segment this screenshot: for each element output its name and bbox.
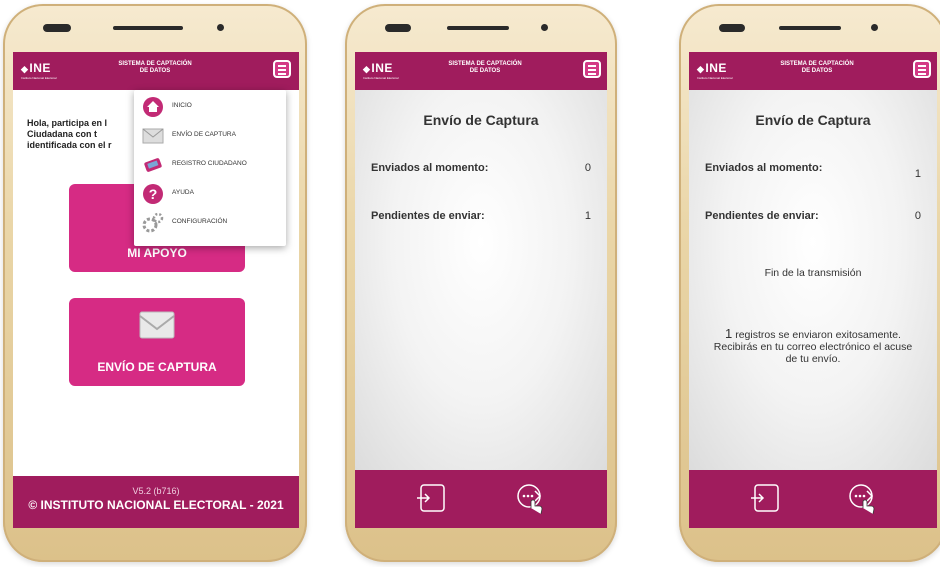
end-message: Fin de la transmisión [764, 267, 862, 279]
envio-captura-tile[interactable]: ENVÍO DE CAPTURA [69, 298, 245, 386]
ine-logo: ◆INE Instituto Nacional Electoral [21, 61, 57, 80]
app-header: ◆INE Instituto Nacional Electoral SISTEMA… [13, 52, 299, 90]
sent-count: 1 [914, 168, 921, 180]
system-title: SISTEMA DE CAPTACIÓN DE DATOS [448, 61, 522, 74]
tile-label: MI APOYO [127, 246, 187, 260]
dropdown-menu: INICIO ENVÍO DE CAPTURA REGISTRO CIUDADA… [134, 90, 286, 246]
pending-row: Pendientes de enviar: 1 [371, 210, 591, 222]
speaker [43, 24, 71, 32]
phone-frame-3: ◆INE Instituto Nacional Electoral SISTEMA… [679, 4, 940, 562]
menu-item-registro[interactable]: REGISTRO CIUDADANO [140, 152, 284, 178]
gear-icon [142, 212, 164, 233]
home-icon [143, 97, 163, 117]
content-background [689, 90, 937, 470]
exit-icon[interactable] [415, 482, 447, 514]
pending-row: Pendientes de enviar: 0 [705, 210, 921, 222]
exit-icon[interactable] [749, 482, 781, 514]
hamburger-menu-button[interactable] [913, 60, 931, 78]
send-icon[interactable] [515, 482, 547, 514]
speaker-grille [447, 26, 509, 30]
bottom-action-bar [355, 470, 607, 528]
app-header: ◆INE Instituto Nacional Electoral SISTEMA… [355, 52, 607, 90]
sensor-dot [217, 24, 224, 31]
hamburger-menu-button[interactable] [583, 60, 601, 78]
version-text: V5.2 (b716) [132, 486, 180, 496]
menu-item-inicio[interactable]: INICIO [140, 94, 284, 120]
system-title: SISTEMA DE CAPTACIÓN DE DATOS [118, 61, 192, 74]
system-title: SISTEMA DE CAPTACIÓN DE DATOS [780, 61, 854, 74]
content-background [355, 90, 607, 470]
app-header: ◆INE Instituto Nacional Electoral SISTEMA… [689, 52, 937, 90]
screen: ◆INE Instituto Nacional Electoral SISTEMA… [13, 52, 299, 528]
page-title: Envío de Captura [755, 112, 871, 128]
svg-text:?: ? [149, 186, 158, 202]
envelope-icon [142, 128, 164, 144]
envelope-icon [139, 311, 175, 339]
menu-item-ayuda[interactable]: ? AYUDA [140, 181, 284, 207]
sent-count: 0 [584, 162, 591, 174]
phone-frame-2: ◆INE Instituto Nacional Electoral SISTEMA… [345, 4, 617, 562]
ine-logo: ◆INE Instituto Nacional Electoral [697, 61, 733, 80]
ine-logo: ◆INE Instituto Nacional Electoral [363, 61, 399, 80]
pending-count: 0 [914, 210, 921, 222]
registry-icon [144, 158, 162, 172]
tile-label: ENVÍO DE CAPTURA [97, 360, 217, 374]
help-icon: ? [143, 184, 163, 204]
pending-count: 1 [584, 210, 591, 222]
sent-row: Enviados al momento: 1 [705, 162, 921, 180]
speaker [719, 24, 745, 32]
send-icon[interactable] [847, 482, 879, 514]
speaker-grille [779, 26, 841, 30]
speaker [385, 24, 411, 32]
sensor-dot [871, 24, 878, 31]
sent-row: Enviados al momento: 0 [371, 162, 591, 174]
bottom-action-bar [689, 470, 937, 528]
phone-frame-1: ◆INE Instituto Nacional Electoral SISTEMA… [3, 4, 307, 562]
screen: ◆INE Instituto Nacional Electoral SISTEMA… [355, 52, 607, 528]
app-footer: V5.2 (b716) © INSTITUTO NACIONAL ELECTOR… [13, 476, 299, 528]
page-title: Envío de Captura [423, 112, 539, 128]
speaker-grille [113, 26, 183, 30]
menu-item-envio[interactable]: ENVÍO DE CAPTURA [140, 123, 284, 149]
screen: ◆INE Instituto Nacional Electoral SISTEMA… [689, 52, 937, 528]
sensor-dot [541, 24, 548, 31]
menu-item-configuracion[interactable]: CONFIGURACIÓN [140, 210, 284, 236]
result-message: 1 registros se enviaron exitosamente. Re… [713, 326, 913, 365]
copyright-text: © INSTITUTO NACIONAL ELECTORAL - 2021 [28, 498, 284, 512]
hamburger-menu-button[interactable] [273, 60, 291, 78]
